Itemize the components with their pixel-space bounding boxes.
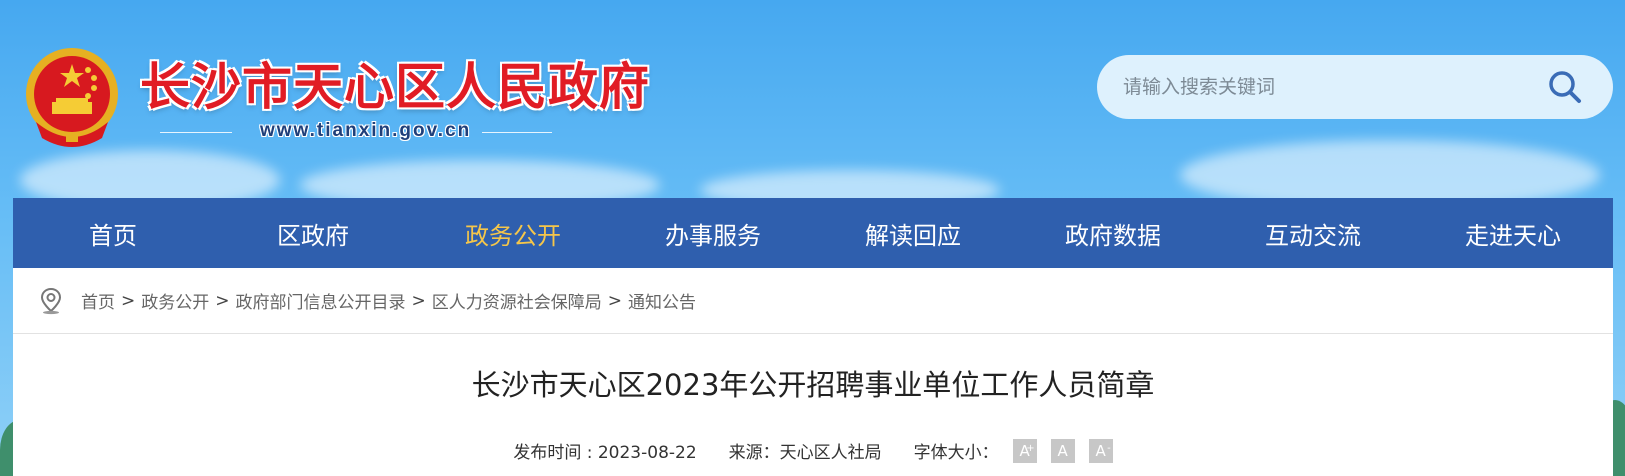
- site-title: 长沙市天心区人民政府: [140, 57, 650, 116]
- nav-item-district-government[interactable]: 区政府: [213, 216, 413, 251]
- breadcrumb-link-notices[interactable]: 通知公告: [628, 288, 696, 313]
- article-meta: 发布时间 : 2023-08-22 来源：天心区人社局 字体大小： A + A A…: [13, 438, 1613, 463]
- search-input[interactable]: [1123, 67, 1523, 107]
- search-icon[interactable]: [1547, 69, 1583, 105]
- site-url: www.tianxin.gov.cn: [260, 120, 472, 141]
- main-nav: 首页 区政府 政务公开 办事服务 解读回应 政府数据 互动交流 走进天心: [13, 198, 1613, 268]
- article-title: 长沙市天心区2023年公开招聘事业单位工作人员简章: [471, 368, 1155, 402]
- minus-icon: -: [1107, 442, 1111, 454]
- font-size-control: 字体大小： A + A A-: [914, 438, 1113, 463]
- breadcrumb-separator: >: [121, 290, 136, 311]
- breadcrumb-link-home[interactable]: 首页: [81, 288, 115, 313]
- divider-line: [482, 132, 552, 133]
- main-content: 首页 > 政务公开 > 政府部门信息公开目录 > 区人力资源社会保障局 > 通知…: [13, 268, 1613, 476]
- national-emblem-icon: [26, 48, 118, 147]
- font-size-label: 字体大小：: [913, 443, 999, 463]
- font-normal-button[interactable]: A: [1050, 438, 1075, 463]
- breadcrumb: 首页 > 政务公开 > 政府部门信息公开目录 > 区人力资源社会保障局 > 通知…: [13, 268, 1613, 334]
- nav-item-interaction[interactable]: 互动交流: [1213, 216, 1413, 251]
- breadcrumb-separator: >: [607, 290, 622, 311]
- nav-item-interpretation[interactable]: 解读回应: [813, 216, 1013, 251]
- article-source: 来源：天心区人社局: [728, 443, 882, 463]
- breadcrumb-separator: >: [215, 290, 230, 311]
- font-decrease-button[interactable]: A-: [1088, 438, 1113, 463]
- breadcrumb-link-government-affairs[interactable]: 政务公开: [141, 288, 209, 313]
- plus-icon: +: [1026, 442, 1035, 454]
- nav-item-home[interactable]: 首页: [13, 216, 213, 251]
- site-header: 长沙市天心区人民政府 www.tianxin.gov.cn: [0, 0, 1625, 198]
- publish-time: 发布时间 : 2023-08-22: [513, 443, 697, 463]
- font-normal-glyph: A: [1057, 441, 1068, 460]
- search-box: [1097, 55, 1613, 119]
- nav-item-about-tianxin[interactable]: 走进天心: [1413, 216, 1613, 251]
- font-decrease-glyph: A: [1095, 441, 1106, 460]
- breadcrumb-link-info-catalog[interactable]: 政府部门信息公开目录: [236, 288, 406, 313]
- breadcrumb-link-hr-bureau[interactable]: 区人力资源社会保障局: [432, 288, 602, 313]
- nav-item-services[interactable]: 办事服务: [613, 216, 813, 251]
- divider-line: [160, 132, 232, 133]
- nav-item-government-data[interactable]: 政府数据: [1013, 216, 1213, 251]
- breadcrumb-separator: >: [411, 290, 426, 311]
- font-increase-button[interactable]: A +: [1012, 438, 1037, 463]
- nav-item-government-affairs[interactable]: 政务公开: [413, 216, 613, 251]
- location-pin-icon: [40, 287, 62, 314]
